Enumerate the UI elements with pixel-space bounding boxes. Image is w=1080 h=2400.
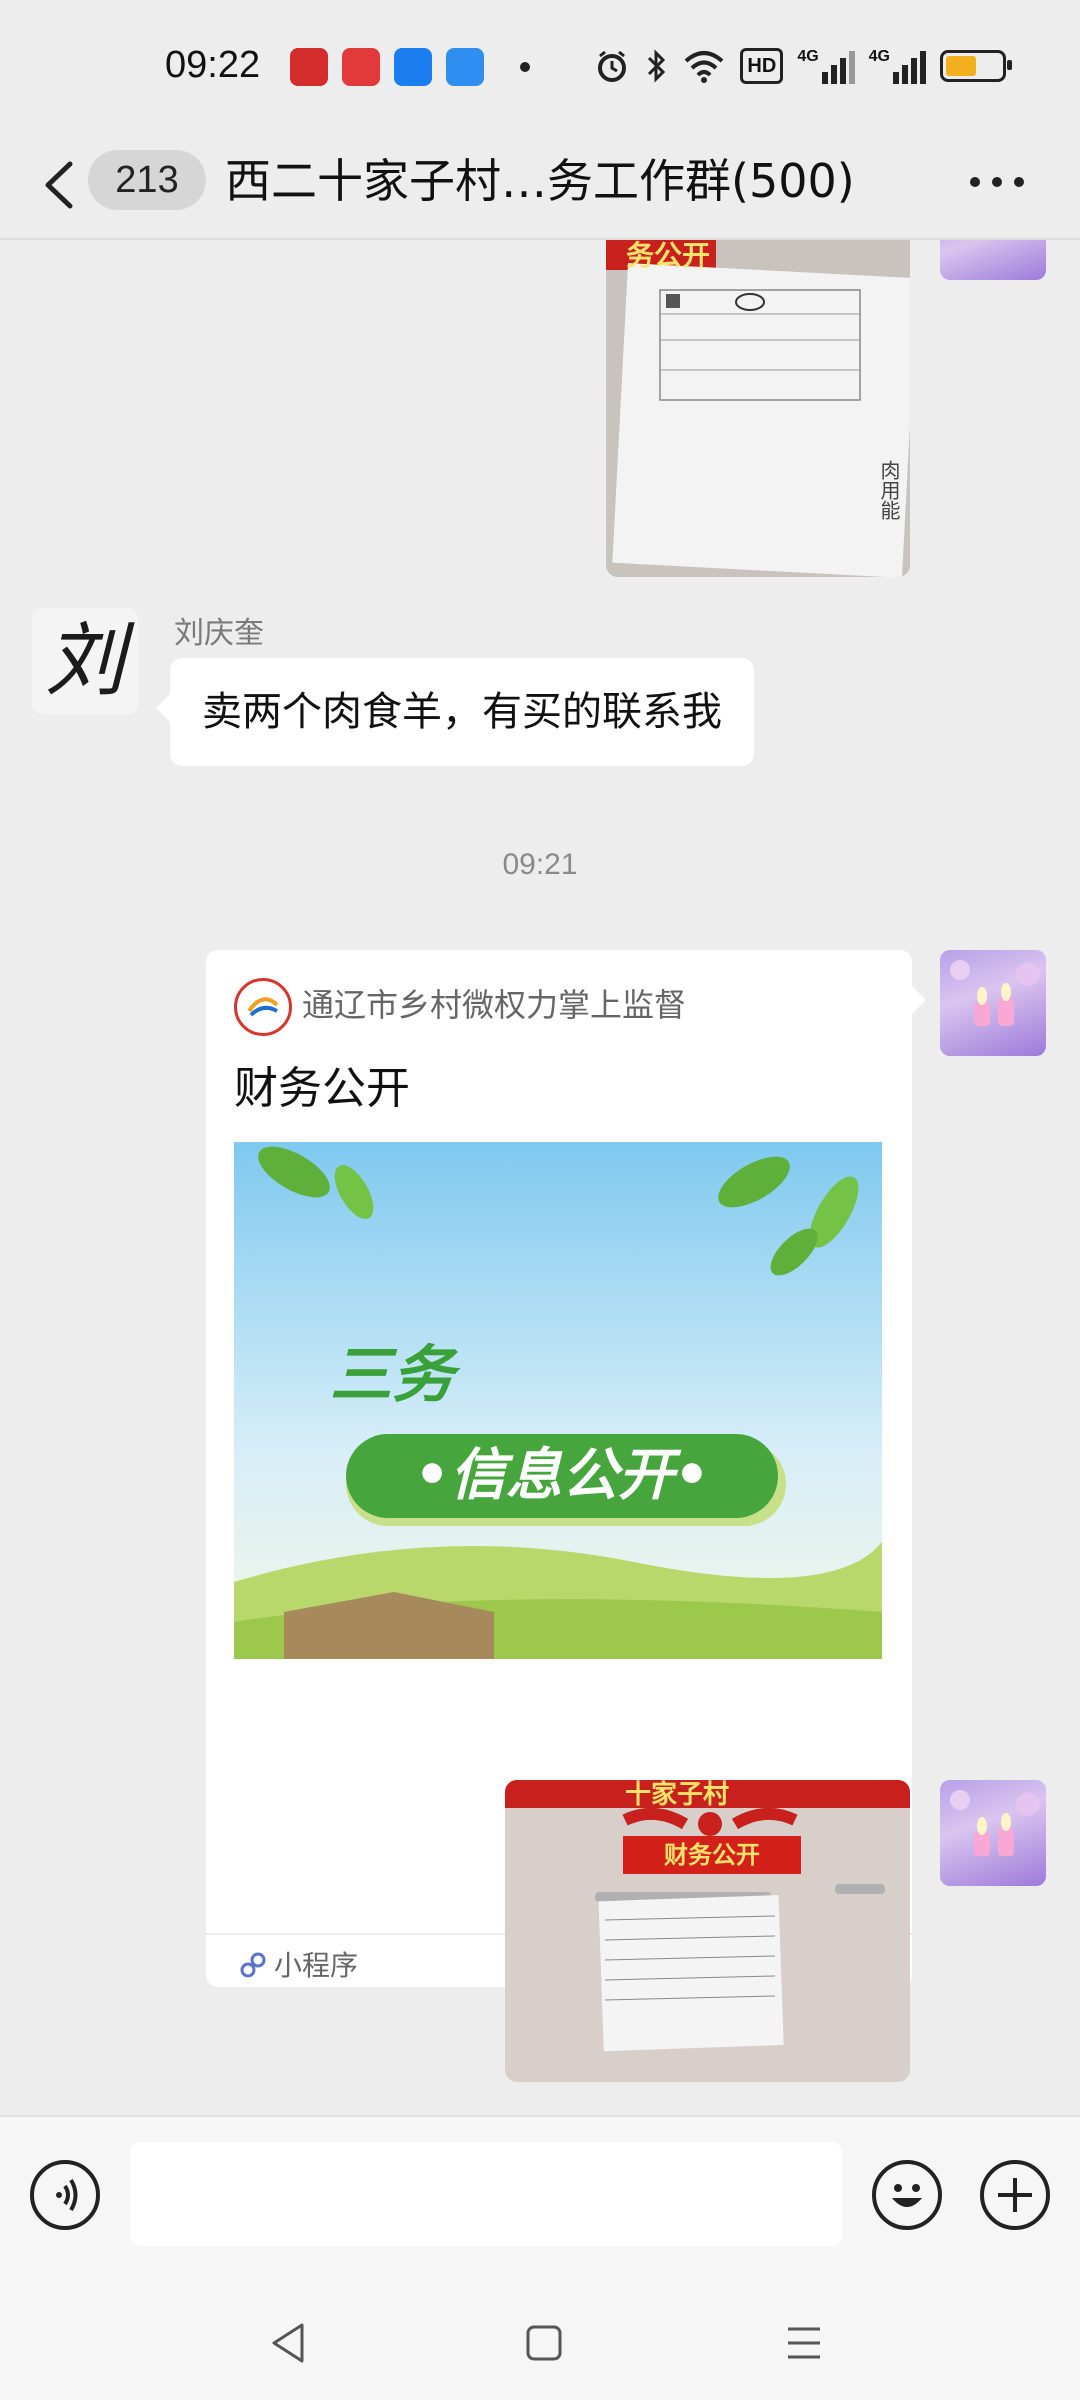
cover-banner: •信息公开• — [414, 1443, 710, 1508]
image-bottom-header-text: 十家子村 — [625, 1780, 730, 1810]
unread-count-badge[interactable]: 213 — [88, 150, 206, 210]
hd-volte-icon: HD — [740, 48, 784, 84]
more-dot — [992, 177, 1002, 187]
hd-label: HD — [747, 55, 777, 77]
network-label: 4G — [797, 48, 819, 65]
my-avatar[interactable] — [940, 950, 1046, 1056]
image-top-banner-text: 务公开 — [626, 240, 711, 272]
nav-home-icon[interactable] — [524, 2323, 564, 2363]
sender-avatar[interactable]: 刘 — [32, 608, 138, 714]
image-message-bottom[interactable]: 十家子村 财务公开 — [505, 1780, 910, 2082]
xuexi-app-icon — [290, 48, 328, 86]
more-functions-button[interactable] — [980, 2160, 1050, 2230]
finance-notice-photo-top — [606, 240, 910, 577]
more-dot — [970, 177, 980, 187]
chat-header: 213 西二十家子村…务工作群(500) — [0, 130, 1080, 240]
mini-program-title: 财务公开 — [234, 1063, 410, 1114]
blue-app-icon — [446, 48, 484, 86]
chat-input-bar — [0, 2115, 1080, 2287]
system-nav-bar — [0, 2285, 1080, 2400]
sender-name: 刘庆奎 — [174, 616, 264, 651]
network-label-2: 4G — [868, 48, 890, 65]
status-time: 09:22 — [165, 44, 261, 86]
voice-input-button[interactable] — [30, 2160, 100, 2230]
sender-avatar-calligraphy: 刘 — [45, 614, 125, 707]
bluetooth-icon — [648, 49, 666, 83]
finance-notice-photo-bottom — [505, 1780, 910, 2082]
image-bottom-banner-text: 财务公开 — [664, 1841, 760, 1869]
mini-program-source: 通辽市乡村微权力掌上监督 — [302, 986, 687, 1024]
more-dot — [1014, 177, 1024, 187]
alarm-icon — [598, 50, 627, 82]
smile-icon — [892, 2184, 922, 2207]
my-avatar-bottom[interactable] — [940, 1780, 1046, 1886]
chat-title: 西二十家子村…务工作群(500) — [225, 154, 855, 208]
candle-avatar-icon — [950, 1790, 1040, 1856]
image-message-top[interactable]: 务公开 肉用能 — [606, 240, 910, 577]
my-avatar-top[interactable] — [940, 240, 1046, 280]
battery-fill — [946, 56, 976, 76]
mini-program-logo-icon — [234, 978, 292, 1036]
image-top-side-text: 肉用能 — [877, 460, 901, 520]
wifi-icon — [685, 51, 724, 83]
status-right-group: HD 4G 4G — [594, 44, 1012, 88]
signal-4g-icon-2: 4G — [869, 48, 926, 84]
candle-avatar-icon — [950, 960, 1040, 1026]
emoji-button[interactable] — [872, 2160, 942, 2230]
mini-program-label: 小程序 — [274, 1949, 359, 1982]
back-arrow-icon[interactable] — [40, 160, 80, 210]
cover-heading: 三务 — [330, 1338, 455, 1411]
nav-menu-icon[interactable] — [784, 2323, 824, 2363]
mini-program-cover-image: 三务 •信息公开• — [234, 1142, 882, 1659]
message-input[interactable] — [130, 2142, 842, 2246]
chat-messages[interactable]: 务公开 肉用能 刘 刘庆奎 卖两个肉食羊，有买的联系我 09:21 通辽市乡村微… — [0, 240, 1080, 2115]
battery-icon — [940, 50, 1012, 82]
voice-icon — [56, 2178, 78, 2212]
nav-back-icon[interactable] — [268, 2321, 308, 2365]
notification-dot-icon — [520, 62, 530, 72]
message-timestamp: 09:21 — [502, 848, 578, 881]
status-bar: 09:22 HD 4G 4G — [0, 0, 1080, 130]
toutiao-app-icon — [342, 48, 380, 86]
mini-program-link-icon — [240, 1952, 266, 1978]
video-app-icon — [394, 48, 432, 86]
text-message-bubble[interactable]: 卖两个肉食羊，有买的联系我 — [156, 658, 754, 766]
plus-icon — [998, 2178, 1032, 2212]
signal-4g-icon: 4G — [797, 48, 855, 84]
more-options-icon[interactable] — [970, 172, 1030, 192]
